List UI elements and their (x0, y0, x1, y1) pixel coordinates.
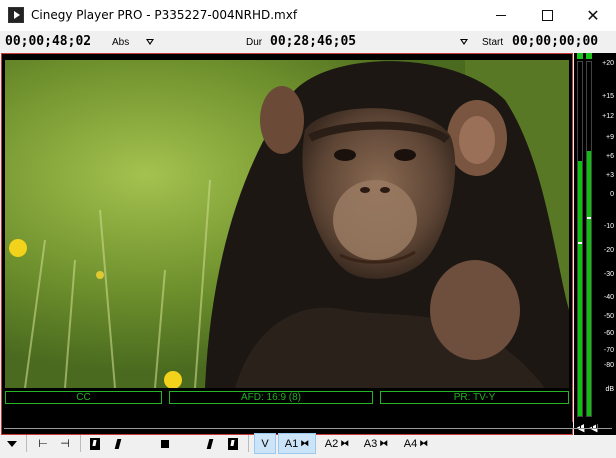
timeline-playhead[interactable] (21, 412, 24, 428)
track-a1-label: A1 (284, 437, 299, 450)
chevron-down-icon (7, 440, 17, 447)
meter-scale-label: -70 (603, 347, 614, 354)
meter-scale-label: +20 (602, 60, 614, 67)
meter-scale-label: -10 (603, 223, 614, 230)
timeline-baseline (4, 428, 612, 429)
track-v-label: V (261, 437, 269, 450)
meter-right-bar (586, 61, 592, 417)
step-forward-button[interactable] (202, 433, 218, 454)
app-play-icon (8, 7, 24, 23)
go-to-end-icon (228, 437, 238, 450)
maximize-icon (541, 10, 553, 21)
meter-right-peak (587, 217, 591, 219)
stop-icon (161, 439, 169, 448)
meter-left-bar (577, 61, 583, 417)
mark-out-icon: ⊣ (60, 438, 70, 450)
go-to-start-icon (90, 437, 100, 450)
minimize-icon (496, 15, 506, 16)
meter-right-fill (587, 150, 591, 416)
meter-scale-label: -30 (603, 271, 614, 278)
meter-scale-label: +12 (602, 113, 614, 120)
step-forward-icon (206, 438, 214, 449)
mark-in-button[interactable]: ⊢ (34, 433, 52, 454)
stereo-icon: ⧓ (419, 438, 429, 448)
meter-left-peak (578, 242, 582, 244)
stereo-icon: ⧓ (340, 438, 350, 448)
meter-scale-label: +3 (606, 172, 614, 179)
step-back-button[interactable] (110, 433, 126, 454)
go-to-start-button[interactable] (86, 433, 104, 454)
stop-button[interactable] (157, 433, 173, 454)
stereo-icon: ⧓ (379, 438, 389, 448)
meter-left-fill (578, 161, 582, 416)
mark-out-button[interactable]: ⊣ (56, 433, 74, 454)
afd-status: AFD: 16:9 (8) (169, 391, 373, 404)
timeline-ruler[interactable] (4, 410, 612, 428)
meter-scale-label: -60 (603, 330, 614, 337)
meter-scale-label: dB (605, 386, 614, 393)
track-a3-label: A3 (363, 437, 378, 450)
transport-toolbar: ⊢ ⊣ V A1 ⧓ A2 ⧓ A3 ⧓ A4 ⧓ (0, 431, 616, 458)
track-v-toggle[interactable]: V (254, 433, 276, 454)
duration-timecode: 00;28;46;05 (270, 34, 357, 49)
position-mode-dropdown-icon[interactable] (146, 39, 154, 45)
track-a3-toggle[interactable]: A3 ⧓ (357, 433, 395, 454)
menu-dropdown-button[interactable] (4, 433, 20, 454)
video-image (5, 60, 569, 388)
rating-status: PR: TV-Y (380, 391, 569, 404)
maximize-button[interactable] (524, 0, 570, 31)
meter-scale-label: 0 (610, 191, 614, 198)
toolbar-separator (248, 435, 249, 452)
position-timecode: 00;00;48;02 (5, 34, 92, 49)
minimize-button[interactable] (478, 0, 524, 31)
start-dropdown-icon[interactable] (460, 39, 468, 45)
window-title: Cinegy Player PRO - P335227-004NRHD.mxf (31, 8, 298, 22)
cc-status: CC (5, 391, 162, 404)
timecode-bar: 00;00;48;02 Abs Dur 00;28;46;05 Start 00… (0, 31, 616, 53)
meter-scale-label: -50 (603, 313, 614, 320)
title-bar: Cinegy Player PRO - P335227-004NRHD.mxf … (0, 0, 616, 31)
meter-left-top-indicator (577, 53, 583, 59)
stereo-icon: ⧓ (300, 438, 310, 448)
step-back-icon (114, 438, 122, 449)
start-timecode: 00;00;00;00 (512, 34, 599, 49)
toolbar-separator (80, 435, 81, 452)
meter-scale-label: +6 (606, 153, 614, 160)
video-display[interactable] (5, 60, 569, 388)
track-a1-toggle[interactable]: A1 ⧓ (278, 433, 316, 454)
meter-scale-label: -20 (603, 247, 614, 254)
close-button[interactable]: ✕ (570, 0, 616, 31)
meter-right-top-indicator (586, 53, 592, 59)
meter-scale-label: -40 (603, 294, 614, 301)
meter-scale-label: +15 (602, 93, 614, 100)
meter-scale-label: +9 (606, 134, 614, 141)
toolbar-separator (26, 435, 27, 452)
start-label: Start (482, 37, 504, 48)
track-a4-toggle[interactable]: A4 ⧓ (397, 433, 435, 454)
mark-in-icon: ⊢ (38, 438, 48, 450)
go-to-end-button[interactable] (224, 433, 242, 454)
track-a2-label: A2 (324, 437, 339, 450)
track-a4-label: A4 (403, 437, 418, 450)
position-mode-label: Abs (112, 37, 130, 48)
track-a2-toggle[interactable]: A2 ⧓ (318, 433, 356, 454)
duration-label: Dur (246, 37, 263, 48)
close-icon: ✕ (586, 6, 600, 25)
meter-scale-label: -80 (603, 362, 614, 369)
